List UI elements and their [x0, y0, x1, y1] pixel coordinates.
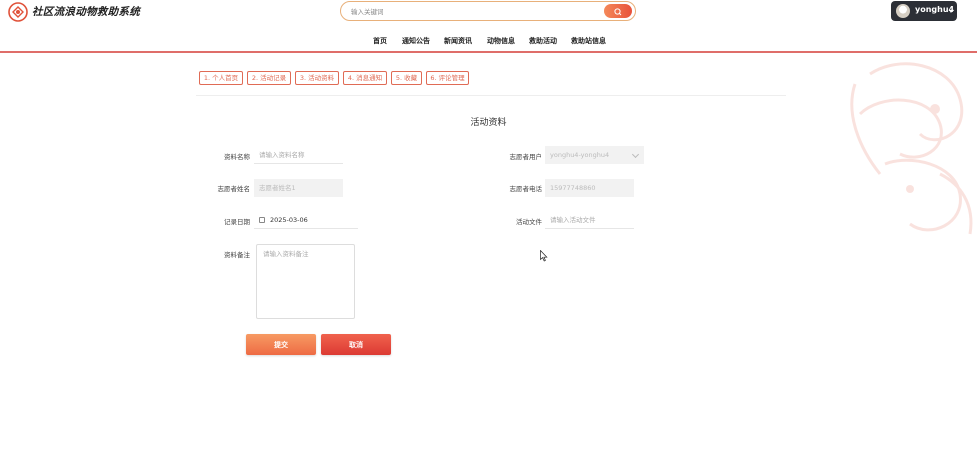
search-input[interactable] [349, 3, 603, 21]
volunteer-name-label: 志愿者姓名 [217, 185, 251, 193]
volunteer-name-field: 志愿者姓名1 [254, 179, 343, 197]
nav-rescue-activities[interactable]: 救助活动 [529, 36, 557, 46]
nav-animals[interactable]: 动物信息 [487, 36, 515, 46]
top-header: 社区流浪动物救助系统 yonghu4 首页 通知公告 新闻资讯 动物信息 救助活… [0, 0, 977, 52]
nav-rescue-stations[interactable]: 救助站信息 [571, 36, 606, 46]
nav-home[interactable]: 首页 [373, 36, 387, 46]
tabs-divider [196, 95, 786, 96]
site-title: 社区流浪动物救助系统 [32, 6, 140, 18]
user-menu-button[interactable]: yonghu4 [891, 1, 957, 21]
search-button[interactable] [604, 4, 632, 18]
material-name-input[interactable] [254, 146, 343, 164]
calendar-icon [259, 217, 265, 223]
material-note-textarea[interactable] [256, 244, 355, 319]
header-divider [0, 51, 977, 53]
tab-activity-materials[interactable]: 3. 活动资料 [295, 71, 339, 85]
volunteer-phone-field: 15977748860 [545, 179, 634, 197]
volunteer-phone-label: 志愿者电话 [509, 185, 543, 193]
tab-messages[interactable]: 4. 消息通知 [343, 71, 387, 85]
nav-news[interactable]: 新闻资讯 [444, 36, 472, 46]
submit-button[interactable]: 提交 [246, 334, 316, 355]
chevron-down-icon [949, 10, 953, 13]
tab-favorites[interactable]: 5. 收藏 [391, 71, 422, 85]
search-icon [614, 8, 622, 16]
chevron-down-icon [631, 150, 640, 159]
activity-file-label: 活动文件 [516, 218, 542, 226]
record-date-label: 记录日期 [224, 218, 250, 226]
nav-notices[interactable]: 通知公告 [402, 36, 430, 46]
material-name-label: 资料名称 [224, 153, 250, 161]
search-bar [340, 1, 636, 21]
volunteer-user-select[interactable]: yonghu4-yonghu4 [545, 146, 644, 164]
mouse-cursor-icon [540, 250, 548, 262]
record-date-picker[interactable]: 2025-03-06 [254, 211, 358, 229]
logo-icon [8, 2, 28, 22]
tab-activity-records[interactable]: 2. 活动记录 [247, 71, 291, 85]
material-note-label: 资料备注 [224, 251, 250, 259]
volunteer-name-value: 志愿者姓名1 [259, 184, 296, 192]
dragon-decoration-icon [850, 62, 973, 235]
volunteer-phone-value: 15977748860 [550, 184, 596, 192]
tab-comment-management[interactable]: 6. 评论管理 [426, 71, 469, 85]
activity-file-input[interactable] [545, 211, 634, 229]
page-title: 活动资料 [470, 118, 507, 128]
record-date-value: 2025-03-06 [270, 216, 308, 224]
tab-personal-home[interactable]: 1. 个人首页 [199, 71, 243, 85]
volunteer-user-value: yonghu4-yonghu4 [550, 151, 610, 159]
volunteer-user-label: 志愿者用户 [509, 153, 543, 161]
cancel-button[interactable]: 取消 [321, 334, 391, 355]
avatar [896, 4, 910, 18]
